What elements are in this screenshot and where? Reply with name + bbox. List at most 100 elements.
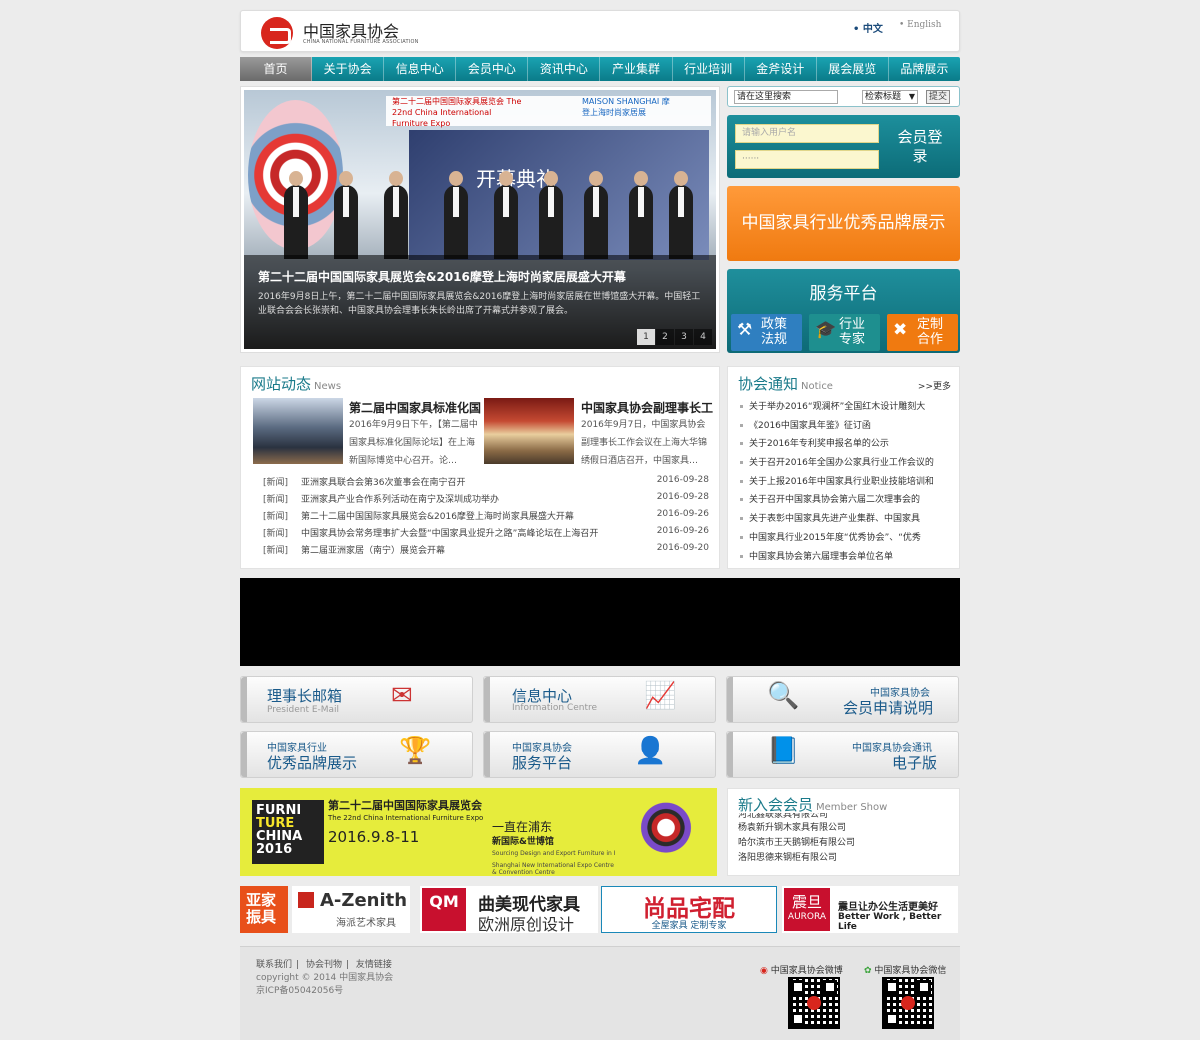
feature-title[interactable]: 第二届中国家具标准化国 [349, 399, 481, 416]
weibo-text: 中国家具协会微博 [770, 966, 843, 976]
nav-members[interactable]: 会员中心 [456, 57, 529, 81]
mail-envelope-icon: ✉ [391, 681, 413, 711]
feature-desc: 2016年9月9日下午，【第二届中国家具标准化国际论坛】在上海新国际博览中心召开… [349, 420, 478, 466]
brand-logo-qumei[interactable]: QM 曲美现代家具 欧洲原创设计 [420, 886, 598, 933]
notice-item[interactable]: 中国家具行业2015年度“优秀协会”、“优秀 [740, 530, 952, 549]
trophy-icon: 🏆 [399, 736, 432, 766]
slider-page-4[interactable]: 4 [694, 329, 712, 345]
tile-newsletter[interactable]: 📘 中国家具协会通讯 电子版 [726, 731, 959, 778]
lang-zh-link[interactable]: • 中文 [853, 20, 883, 35]
news-row[interactable]: [新闻] 第二十二届中国国际家具展览会&2016摩登上海时尚家具展盛大开幕 2016… [263, 509, 709, 526]
slider-page-3[interactable]: 3 [675, 329, 693, 345]
news-tag: [新闻] [263, 546, 289, 556]
slider-page-1[interactable]: 1 [637, 329, 655, 345]
news-link[interactable]: 第二届亚洲家居（南宁）展览会开幕 [301, 543, 445, 556]
brand-subtitle: 全屋家具 定制专家 [651, 921, 727, 931]
notice-item[interactable]: 关于2016年专利奖申报名单的公示 [740, 436, 952, 455]
notice-item[interactable]: 关于举办2016“观澜杯”全国红木设计雕刻大 [740, 399, 952, 418]
notice-list: 关于举办2016“观澜杯”全国红木设计雕刻大 《2016中国家具年鉴》征订函 关… [740, 399, 952, 567]
expo-ad-banner[interactable]: FURNI TURE CHINA 2016 第二十二届中国国际家具展览会 The… [240, 788, 717, 876]
service-expert-button[interactable]: 🎓 行业 专家 [809, 314, 880, 351]
member-item[interactable]: 洛阳思德来钢柜有限公司 [738, 851, 855, 866]
service-policy-button[interactable]: ⚒ 政策 法规 [731, 314, 802, 351]
news-link[interactable]: 亚洲家具产业合作系列活动在南宁及深圳成功举办 [301, 492, 499, 505]
hero-title[interactable]: 第二十二届中国国际家具展览会&2016摩登上海时尚家居展盛大开幕 [258, 268, 626, 285]
footer-link-friends[interactable]: 友情链接 [356, 960, 392, 970]
news-link[interactable]: 中国家具协会常务理事扩大会暨“中国家具业提升之路”高峰论坛在上海召开 [301, 526, 598, 539]
tile-membership[interactable]: 🔍 中国家具协会 会员申请说明 [726, 676, 959, 723]
search-scope-label: 检索标题 [865, 92, 902, 102]
tile-service-platform[interactable]: 中国家具协会 服务平台 👤 [483, 731, 716, 778]
icp-number[interactable]: 京ICP备05042056号 [256, 983, 343, 996]
search-submit-button[interactable]: 提交 [926, 90, 950, 104]
footer-link-publications[interactable]: 协会刊物 [306, 960, 342, 970]
notice-item[interactable]: 关于召开中国家具协会第六届二次理事会的 [740, 492, 952, 511]
notice-item[interactable]: 关于上报2016年中国家具行业职业技能培训和 [740, 474, 952, 493]
nav-clusters[interactable]: 产业集群 [600, 57, 673, 81]
brand-logo-shangpin[interactable]: 尚品宅配 全屋家具 定制专家 [601, 886, 777, 933]
brand-logo-azenith[interactable]: A-Zenith 海派艺术家具 [292, 886, 410, 933]
member-item[interactable]: 杨袁新升钢木家具有限公司 [738, 821, 855, 836]
tile-info-centre[interactable]: 信息中心 Information Centre 📈 [483, 676, 716, 723]
hero-image[interactable]: 第二十二届中国国际家具展览会 The 22nd China Internatio… [244, 90, 716, 349]
feature-image[interactable] [253, 398, 343, 464]
hero-slider[interactable]: 第二十二届中国国际家具展览会 The 22nd China Internatio… [240, 86, 720, 353]
nav-about[interactable]: 关于协会 [312, 57, 385, 81]
weibo-icon: ◉ [760, 966, 768, 976]
nav-design[interactable]: 金斧设计 [745, 57, 817, 81]
ad-banner[interactable] [240, 578, 960, 666]
tile-brand-showcase[interactable]: 中国家具行业 优秀品牌展示 🏆 [240, 731, 473, 778]
nav-brands[interactable]: 品牌展示 [889, 57, 960, 81]
logo-icon[interactable] [261, 17, 293, 49]
nav-news[interactable]: 资讯中心 [528, 57, 601, 81]
notice-item[interactable]: 关于召开2016年全国办公家具行业工作会议的 [740, 455, 952, 474]
wechat-text: 中国家具协会微信 [874, 966, 947, 976]
username-input[interactable]: 请输入用户名 [735, 124, 879, 143]
service-title: 服务平台 [809, 284, 878, 304]
expo-logo: FURNI TURE CHINA 2016 [252, 800, 324, 864]
news-row[interactable]: [新闻] 亚洲家具联合会第36次董事会在南宁召开 2016-09-28 [263, 475, 709, 492]
magnifier-icon: 🔍 [767, 681, 800, 711]
nav-exhibitions[interactable]: 展会展览 [817, 57, 889, 81]
feature-title[interactable]: 中国家具协会副理事长工 [581, 399, 713, 416]
member-item[interactable]: 河北鑫联家具有限公司 [738, 813, 855, 821]
search-scope-select[interactable]: 检索标题 ▼ [862, 90, 918, 104]
brand-showcase-button[interactable]: 中国家具行业优秀品牌展示 [727, 186, 960, 261]
news-row[interactable]: [新闻] 中国家具协会常务理事扩大会暨“中国家具业提升之路”高峰论坛在上海召开 20… [263, 526, 709, 543]
login-button[interactable]: 会员登录 [893, 125, 947, 169]
wechat-label[interactable]: ✿ 中国家具协会微信 [864, 963, 946, 976]
qr-corner [917, 980, 931, 994]
qumei-mark-icon: QM [422, 888, 466, 931]
qr-logo-icon [901, 996, 915, 1010]
divider: | [296, 960, 300, 970]
weibo-label[interactable]: ◉ 中国家具协会微博 [760, 963, 843, 976]
feature-image[interactable] [484, 398, 574, 464]
news-section: 网站动态 News 第二届中国家具标准化国 2016年9月9日下午，【第二届中国家… [240, 366, 720, 569]
notice-item[interactable]: 中国家具协会第六届理事会单位名单 [740, 549, 952, 568]
nav-home[interactable]: 首页 [240, 57, 313, 81]
news-link[interactable]: 亚洲家具联合会第36次董事会在南宁召开 [301, 475, 465, 488]
news-list: [新闻] 亚洲家具联合会第36次董事会在南宁召开 2016-09-28 [新闻] 亚洲… [263, 475, 709, 560]
lang-en-link[interactable]: • English [899, 20, 941, 30]
nav-info[interactable]: 信息中心 [384, 57, 457, 81]
news-row[interactable]: [新闻] 第二届亚洲家居（南宁）展览会开幕 2016-09-20 [263, 543, 709, 560]
service-custom-button[interactable]: ✖ 定制 合作 [887, 314, 958, 351]
azenith-mark-icon [298, 892, 314, 908]
tile-president-mail[interactable]: 理事长邮箱 President E-Mail ✉ [240, 676, 473, 723]
brand-logo-aurora[interactable]: 震旦 AURORA 震旦让办公生活更美好 Better Work , Bette… [782, 886, 958, 933]
news-tag: [新闻] [263, 478, 289, 488]
notice-item[interactable]: 《2016中国家具年鉴》征订函 [740, 418, 952, 437]
notice-item[interactable]: 关于表彰中国家具先进产业集群、中国家具 [740, 511, 952, 530]
expo-title: 第二十二届中国国际家具展览会 [328, 799, 482, 812]
news-link[interactable]: 第二十二届中国国际家具展览会&2016摩登上海时尚家具展盛大开幕 [301, 509, 574, 522]
search-input[interactable]: 请在这里搜索 [734, 90, 838, 104]
slider-page-2[interactable]: 2 [656, 329, 674, 345]
password-input[interactable]: ······ [735, 150, 879, 169]
news-row[interactable]: [新闻] 亚洲家具产业合作系列活动在南宁及深圳成功举办 2016-09-28 [263, 492, 709, 509]
footer-link-contact[interactable]: 联系我们 [256, 960, 292, 970]
more-link[interactable]: >>更多 [918, 379, 951, 392]
member-item[interactable]: 哈尔滨市王天鹅钢柜有限公司 [738, 836, 855, 851]
brand-logo-yajia[interactable]: 亚家振具 [240, 886, 288, 933]
book-icon: 📘 [767, 736, 800, 766]
nav-training[interactable]: 行业培训 [673, 57, 745, 81]
